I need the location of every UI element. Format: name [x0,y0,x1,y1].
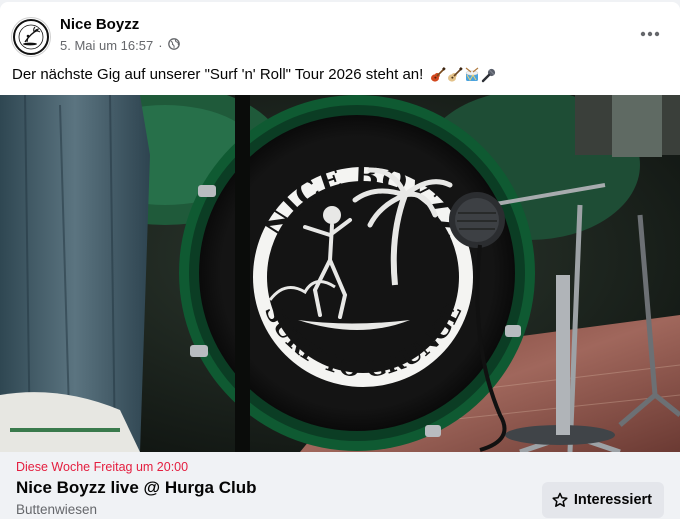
more-horizontal-icon [640,31,660,37]
band-stage-photo: NICE BOYZZ SURF TO GRUNGE [0,95,680,452]
drum-emoji [465,67,478,82]
event-location: Buttenwiesen [16,502,98,517]
globe-icon [167,38,180,53]
meta-separator: · [158,38,163,53]
interested-button[interactable]: Interessiert [541,482,664,518]
event-info-bar[interactable]: Diese Woche Freitag um 20:00 Nice Boyzz … [0,452,680,519]
event-date: Diese Woche Freitag um 20:00 [16,460,189,474]
more-options-button[interactable] [634,22,666,46]
star-icon [552,492,568,507]
band-logo [13,19,49,55]
guitar-emoji [447,67,463,82]
post-emojis [430,67,497,83]
post-text: Der nächste Gig auf unserer "Surf 'n' Ro… [12,66,424,83]
post-meta: 5. Mai um 16:57 · [60,38,180,53]
post-card: Nice Boyzz 5. Mai um 16:57 · Der nächste… [0,2,680,519]
post-timestamp[interactable]: 5. Mai um 16:57 [60,38,153,53]
page-avatar[interactable] [11,17,51,57]
post-photo[interactable]: NICE BOYZZ SURF TO GRUNGE [0,95,680,452]
post-text-container: Der nächste Gig auf unserer "Surf 'n' Ro… [12,66,497,83]
event-title[interactable]: Nice Boyzz live @ Hurga Club [16,478,256,498]
interested-button-label: Interessiert [573,492,652,508]
page-name[interactable]: Nice Boyzz [60,16,139,33]
guitar-emoji [430,67,446,82]
microphone-emoji [481,68,495,83]
